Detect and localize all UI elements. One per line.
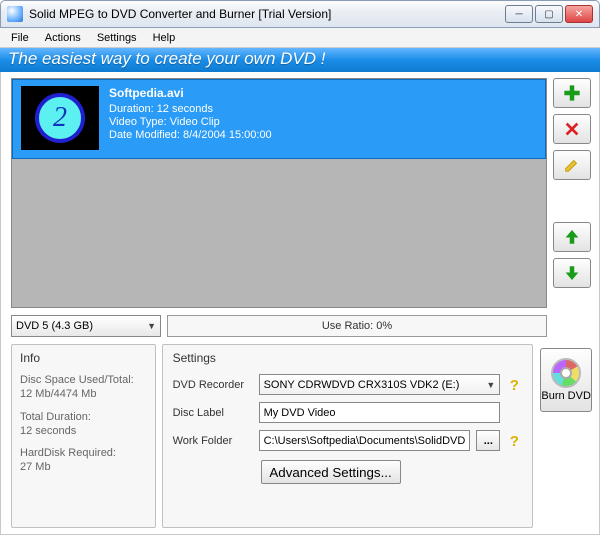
- help-icon[interactable]: ?: [506, 433, 522, 449]
- file-list[interactable]: 2 Softpedia.avi Duration: 12 seconds Vid…: [11, 78, 547, 308]
- advanced-settings-button[interactable]: Advanced Settings...: [261, 460, 401, 484]
- plus-icon: [563, 84, 581, 102]
- file-name: Softpedia.avi: [109, 86, 272, 100]
- info-duration-value: 12 seconds: [20, 424, 147, 438]
- remove-button[interactable]: [553, 114, 591, 144]
- info-harddisk: HardDisk Required: 27 Mb: [20, 446, 147, 475]
- disc-type-dropdown[interactable]: DVD 5 (4.3 GB) ▼: [11, 315, 161, 337]
- disc-type-value: DVD 5 (4.3 GB): [16, 320, 93, 332]
- menu-bar: File Actions Settings Help: [0, 28, 600, 48]
- chevron-down-icon: ▼: [147, 321, 156, 331]
- banner: The easiest way to create your own DVD !: [0, 48, 600, 72]
- recorder-value: SONY CDRWDVD CRX310S VDK2 (E:): [264, 379, 460, 391]
- info-space: Disc Space Used/Total: 12 Mb/4474 Mb: [20, 373, 147, 402]
- recorder-label: DVD Recorder: [173, 379, 253, 391]
- file-duration: Duration: 12 seconds: [109, 103, 272, 115]
- disclabel-input[interactable]: My DVD Video: [259, 402, 501, 423]
- edit-button[interactable]: [553, 150, 591, 180]
- client-area: 2 Softpedia.avi Duration: 12 seconds Vid…: [0, 72, 600, 535]
- recorder-row: DVD Recorder SONY CDRWDVD CRX310S VDK2 (…: [173, 374, 523, 395]
- help-icon[interactable]: ?: [506, 377, 522, 393]
- window-controls: ─ ▢ ✕: [505, 5, 593, 23]
- info-harddisk-value: 27 Mb: [20, 460, 147, 474]
- menu-file[interactable]: File: [4, 30, 36, 46]
- browse-button[interactable]: ...: [476, 430, 500, 451]
- move-up-button[interactable]: [553, 222, 591, 252]
- info-title: Info: [20, 351, 147, 365]
- disclabel-label: Disc Label: [173, 407, 253, 419]
- burn-column: Burn DVD: [539, 344, 593, 528]
- arrow-up-icon: [563, 228, 581, 246]
- use-ratio-text: Use Ratio: 0%: [322, 320, 392, 332]
- pencil-icon: [563, 156, 581, 174]
- close-button[interactable]: ✕: [565, 5, 593, 23]
- info-space-value: 12 Mb/4474 Mb: [20, 387, 147, 401]
- side-buttons: [553, 78, 593, 308]
- workfolder-input[interactable]: C:\Users\Softpedia\Documents\SolidDVD: [259, 430, 471, 451]
- info-panel: Info Disc Space Used/Total: 12 Mb/4474 M…: [11, 344, 156, 528]
- maximize-button[interactable]: ▢: [535, 5, 563, 23]
- workfolder-label: Work Folder: [173, 435, 253, 447]
- x-icon: [563, 120, 581, 138]
- settings-panel: Settings DVD Recorder SONY CDRWDVD CRX31…: [162, 344, 534, 528]
- info-space-label: Disc Space Used/Total:: [20, 373, 147, 387]
- dvd-icon: [551, 358, 581, 388]
- window-title: Solid MPEG to DVD Converter and Burner […: [29, 7, 505, 21]
- disclabel-value: My DVD Video: [264, 407, 336, 419]
- spacer: [553, 186, 593, 216]
- menu-help[interactable]: Help: [146, 30, 183, 46]
- menu-settings[interactable]: Settings: [90, 30, 144, 46]
- info-duration: Total Duration: 12 seconds: [20, 410, 147, 439]
- info-duration-label: Total Duration:: [20, 410, 147, 424]
- disclabel-row: Disc Label My DVD Video: [173, 402, 523, 423]
- minimize-button[interactable]: ─: [505, 5, 533, 23]
- menu-actions[interactable]: Actions: [38, 30, 88, 46]
- file-item[interactable]: 2 Softpedia.avi Duration: 12 seconds Vid…: [12, 79, 546, 159]
- file-info: Softpedia.avi Duration: 12 seconds Video…: [109, 86, 272, 152]
- burn-label: Burn DVD: [541, 390, 591, 402]
- add-button[interactable]: [553, 78, 591, 108]
- move-down-button[interactable]: [553, 258, 591, 288]
- workfolder-row: Work Folder C:\Users\Softpedia\Documents…: [173, 430, 523, 451]
- file-type: Video Type: Video Clip: [109, 116, 272, 128]
- workfolder-value: C:\Users\Softpedia\Documents\SolidDVD: [264, 435, 466, 447]
- chevron-down-icon: ▼: [486, 380, 495, 390]
- app-icon: [7, 6, 23, 22]
- info-harddisk-label: HardDisk Required:: [20, 446, 147, 460]
- title-bar: Solid MPEG to DVD Converter and Burner […: [0, 0, 600, 28]
- file-thumbnail: 2: [21, 86, 99, 150]
- file-modified: Date Modified: 8/4/2004 15:00:00: [109, 129, 272, 141]
- top-row: 2 Softpedia.avi Duration: 12 seconds Vid…: [11, 78, 593, 308]
- use-ratio-bar: Use Ratio: 0%: [167, 315, 547, 337]
- settings-title: Settings: [173, 351, 523, 365]
- thumbnail-image: 2: [35, 93, 85, 143]
- middle-row: DVD 5 (4.3 GB) ▼ Use Ratio: 0%: [11, 314, 593, 338]
- bottom-row: Info Disc Space Used/Total: 12 Mb/4474 M…: [11, 344, 593, 528]
- burn-dvd-button[interactable]: Burn DVD: [540, 348, 592, 412]
- arrow-down-icon: [563, 264, 581, 282]
- recorder-dropdown[interactable]: SONY CDRWDVD CRX310S VDK2 (E:) ▼: [259, 374, 501, 395]
